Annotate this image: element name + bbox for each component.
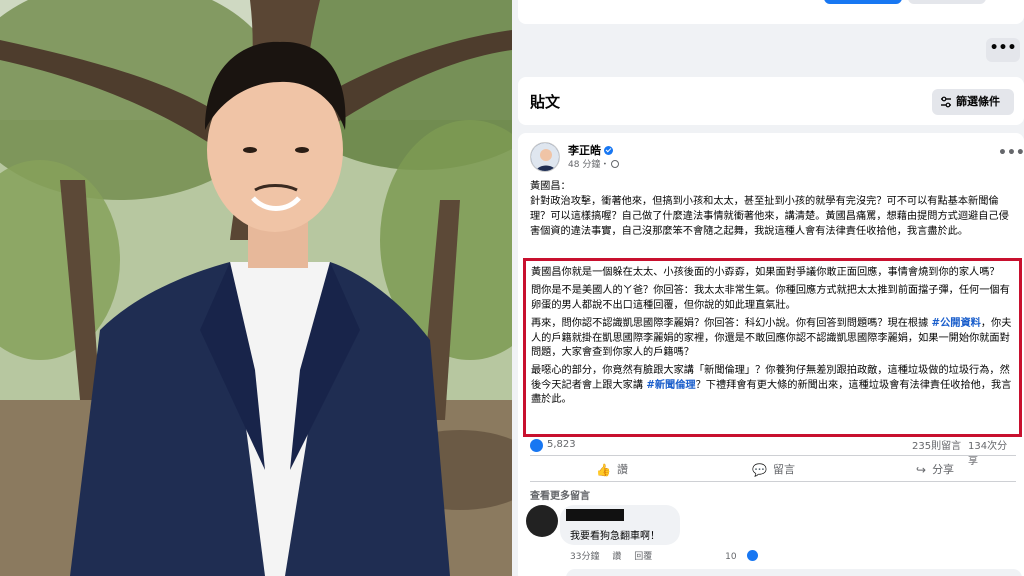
filter-icon [941, 96, 951, 108]
comment-like-button[interactable]: 讚 [612, 552, 621, 562]
avatar-image [531, 143, 559, 171]
commenter-avatar[interactable] [526, 505, 558, 537]
comment-time[interactable]: 33分鐘 [570, 552, 599, 562]
profile-photo [0, 0, 512, 576]
commenter-name-redacted[interactable] [566, 509, 624, 521]
like-label: 讚 [616, 463, 628, 476]
post-time[interactable]: 48 分鐘・ [568, 160, 609, 170]
post-menu-button[interactable]: ••• [998, 145, 1024, 161]
comment-icon: 💬 [752, 463, 767, 477]
comment-meta: 33分鐘 讚 回覆 10 [570, 549, 768, 562]
posts-header: 貼文 篩選條件 [518, 77, 1024, 125]
comment-reply-button[interactable]: 回覆 [634, 552, 652, 562]
author-avatar[interactable] [530, 142, 560, 172]
profile-header-card [518, 0, 1024, 24]
comment-like-icon [746, 550, 758, 561]
p3-text-before: 再來，問你認不認識凱思國際李麗娟？你回答：科幻小說。你有回答到問題嗎？現在根據 [531, 318, 932, 330]
verified-badge-icon [604, 146, 613, 155]
post-intro: 黃國昌： [530, 181, 571, 192]
filter-label: 篩選條件 [956, 95, 1000, 108]
primary-action-button[interactable] [824, 0, 902, 4]
highlight-paragraph-3: 再來，問你認不認識凱思國際李麗娟？你回答：科幻小說。你有回答到問題嗎？現在根據 … [531, 317, 1014, 360]
facebook-panel: ••• 貼文 篩選條件 李正皓 48 分鐘・ ••• 黃國昌： 針對政治攻擊，衝… [512, 0, 1024, 576]
secondary-action-button[interactable] [908, 0, 986, 4]
share-label: 分享 [932, 463, 955, 476]
author-name[interactable]: 李正皓 [568, 142, 613, 158]
comments-count[interactable]: 235則留言 [912, 437, 961, 452]
photo-illustration [0, 0, 512, 576]
view-more-comments[interactable]: 查看更多留言 [530, 487, 590, 502]
comment-button[interactable]: 💬 留言 [752, 461, 795, 477]
hashtag-public-data[interactable]: #公開資料 [932, 318, 981, 329]
comment-label: 留言 [772, 463, 795, 476]
share-button[interactable]: ↪ 分享 [916, 461, 954, 477]
profile-more-button[interactable]: ••• [986, 38, 1020, 62]
post-stats: 5,823 235則留言 134次分享 [530, 437, 1016, 467]
comment-bubble: 我要看狗急翻車啊！ [560, 505, 680, 545]
comment-text: 我要看狗急翻車啊！ [570, 531, 660, 542]
highlight-paragraph-1: 黃國昌你就是一個躲在太太、小孩後面的小孬孬，如果面對爭議你敢正面回應，事情會燒到… [531, 267, 1000, 278]
highlighted-section: 黃國昌你就是一個躲在太太、小孩後面的小孬孬，如果面對爭議你敢正面回應，事情會燒到… [523, 258, 1022, 437]
next-comment [566, 569, 1022, 576]
highlight-paragraph-4: 最噁心的部分，你竟然有臉跟大家講「新聞倫理」？你養狗仔無差別跟拍政敵，這種垃圾做… [531, 364, 1014, 407]
highlight-paragraph-2: 問你是不是美國人的ㄚ爸？你回答：我太太非常生氣。你種回應方式就把太太推到前面擋子… [531, 285, 1010, 311]
comment-reaction-count[interactable]: 10 [725, 552, 736, 562]
divider [530, 455, 1016, 456]
divider [530, 481, 1016, 482]
like-icon: 👍 [596, 463, 611, 477]
hashtag-news-ethics[interactable]: #新聞倫理 [646, 380, 695, 391]
post-meta: 48 分鐘・ [568, 157, 620, 170]
globe-icon [611, 160, 620, 168]
post-paragraph-1: 針對政治攻擊，衝著他來，但搞到小孩和太太，甚至扯到小孩的就學有完沒完？可不可以有… [530, 196, 1009, 237]
like-count[interactable]: 5,823 [547, 439, 576, 450]
post-card: 李正皓 48 分鐘・ ••• 黃國昌： 針對政治攻擊，衝著他來，但搞到小孩和太太… [518, 133, 1024, 576]
post-actions: 👍 讚 💬 留言 ↪ 分享 [530, 457, 1016, 481]
posts-title: 貼文 [530, 93, 561, 111]
post-body: 黃國昌： 針對政治攻擊，衝著他來，但搞到小孩和太太，甚至扯到小孩的就學有完沒完？… [530, 179, 1016, 239]
like-reaction-icon [530, 439, 543, 452]
like-button[interactable]: 👍 讚 [596, 461, 628, 477]
filter-button[interactable]: 篩選條件 [932, 89, 1014, 115]
author-name-text: 李正皓 [568, 144, 601, 157]
share-icon: ↪ [916, 463, 927, 477]
